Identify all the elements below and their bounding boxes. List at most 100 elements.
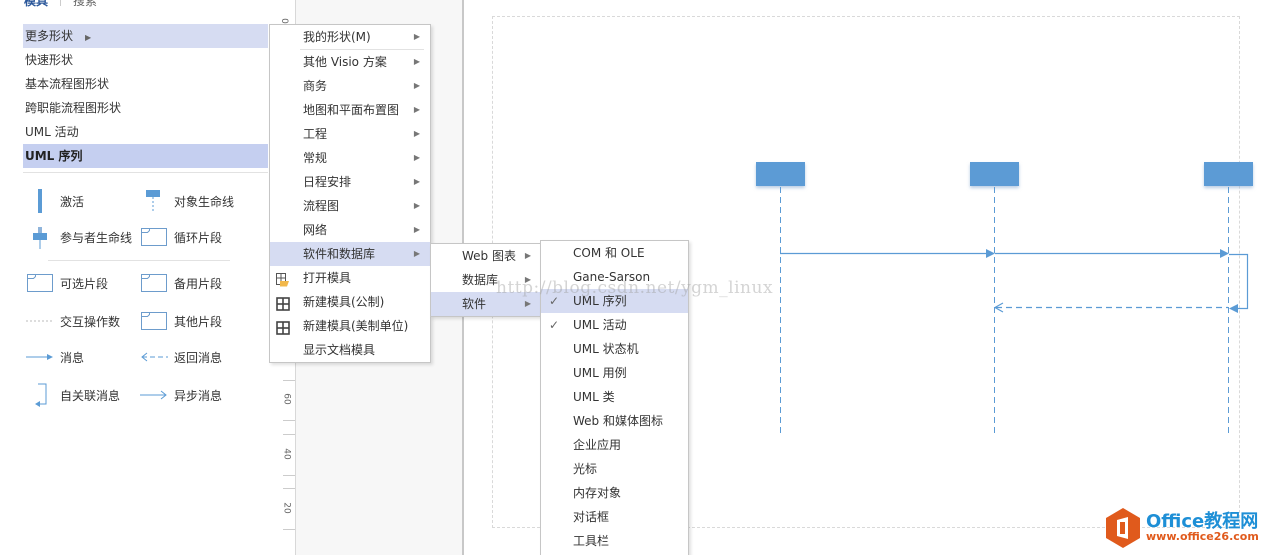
menu-item-label: 企业应用: [573, 438, 622, 452]
ruler-label: 20: [281, 502, 292, 514]
return-message-icon: [140, 344, 170, 370]
menu-item-flowchart[interactable]: 流程图 ▶: [270, 194, 430, 218]
submenu-arrow-icon: ▶: [413, 177, 420, 186]
menu-item-my-shapes[interactable]: 我的形状(M) ▶: [270, 25, 430, 49]
menu-item-label: Web 和媒体图标: [573, 414, 663, 428]
menu-item-schedule[interactable]: 日程安排 ▶: [270, 170, 430, 194]
shape-optional-fragment[interactable]: 可选片段: [26, 270, 108, 296]
new-stencil-icon: [276, 319, 290, 335]
stencil-uml-sequence[interactable]: UML 序列: [23, 144, 268, 168]
menu-item-maps[interactable]: 地图和平面布置图 ▶: [270, 98, 430, 122]
lifeline-head: [1204, 162, 1253, 186]
menu-item-label: 打开模具: [303, 271, 352, 285]
stencil-uml-activity[interactable]: UML 活动: [23, 120, 268, 144]
submenu-arrow-icon: ▶: [413, 153, 420, 162]
menu-item-new-stencil-metric[interactable]: 新建模具(公制): [270, 290, 430, 314]
menu-item-other-visio[interactable]: 其他 Visio 方案 ▶: [270, 50, 430, 74]
menu-item-web-media-icons[interactable]: Web 和媒体图标: [541, 409, 688, 433]
menu-item-software-database[interactable]: 软件和数据库 ▶: [270, 242, 430, 266]
tab-search[interactable]: 搜索: [73, 0, 97, 8]
menu-item-label: 显示文档模具: [303, 343, 376, 357]
new-stencil-icon: [276, 295, 290, 311]
menu-item-database[interactable]: 数据库 ▶: [431, 268, 541, 292]
stencil-cross-functional[interactable]: 跨职能流程图形状: [23, 96, 268, 120]
menu-item-show-document-stencil[interactable]: 显示文档模具: [270, 338, 430, 362]
shape-other-fragment[interactable]: 其他片段: [140, 308, 222, 334]
menu-item-memory-objects[interactable]: 内存对象: [541, 481, 688, 505]
shape-label: 可选片段: [60, 276, 109, 291]
menu-item-engineering[interactable]: 工程 ▶: [270, 122, 430, 146]
menu-item-label: UML 序列: [573, 294, 627, 308]
ruler-tick: [283, 420, 295, 421]
shape-object-lifeline[interactable]: 对象生命线: [140, 188, 234, 214]
ruler-tick: [283, 475, 295, 476]
menu-item-open-stencil[interactable]: 打开模具: [270, 266, 430, 290]
menu-item-cursors[interactable]: 光标: [541, 457, 688, 481]
shape-self-message[interactable]: 自关联消息: [26, 382, 120, 408]
menu-item-label: Web 图表: [462, 249, 516, 263]
pane-tabs: 模具 搜索: [24, 0, 97, 8]
async-message-icon: [140, 382, 170, 408]
menu-item-label: 工程: [303, 127, 328, 141]
other-fragment-icon: [140, 308, 170, 334]
logo-url: www.office26.com: [1146, 530, 1259, 543]
menu-item-com-ole[interactable]: COM 和 OLE: [541, 241, 688, 265]
shape-message[interactable]: 消息: [26, 344, 84, 370]
tab-stencils[interactable]: 模具: [24, 0, 48, 8]
check-icon: ✓: [549, 318, 560, 332]
menu-item-label: 商务: [303, 79, 328, 93]
submenu-arrow-icon: ▶: [85, 33, 92, 42]
shape-label: 参与者生命线: [60, 230, 133, 245]
menu-item-uml-use-case[interactable]: UML 用例: [541, 361, 688, 385]
menu-item-dialogs[interactable]: 对话框: [541, 505, 688, 529]
shape-async-message[interactable]: 异步消息: [140, 382, 222, 408]
stencil-quick-shapes[interactable]: 快速形状: [23, 48, 268, 72]
optional-fragment-icon: [26, 270, 56, 296]
self-message-icon: [26, 382, 56, 408]
submenu-arrow-icon: ▶: [413, 105, 420, 114]
ruler-tick: [283, 380, 295, 381]
stencil-basic-flowchart[interactable]: 基本流程图形状: [23, 72, 268, 96]
software-database-submenu: Web 图表 ▶ 数据库 ▶ 软件 ▶: [430, 243, 542, 317]
menu-item-business[interactable]: 商务 ▶: [270, 74, 430, 98]
stencil-list: 更多形状 ▶ 快速形状 基本流程图形状 跨职能流程图形状 UML 活动 UML 序…: [23, 24, 268, 168]
menu-item-uml-sequence[interactable]: ✓ UML 序列: [541, 289, 688, 313]
shape-label: 异步消息: [174, 388, 223, 403]
activation-icon: [26, 188, 56, 214]
office-logo-icon: [1106, 508, 1140, 548]
menu-item-label: 地图和平面布置图: [303, 103, 400, 117]
shape-activation[interactable]: 激活: [26, 188, 84, 214]
menu-item-toolbars[interactable]: 工具栏: [541, 529, 688, 553]
more-shapes-menu: 我的形状(M) ▶ 其他 Visio 方案 ▶ 商务 ▶ 地图和平面布置图 ▶ 工程 ▶ …: [269, 24, 431, 363]
menu-item-gane-sarson[interactable]: Gane-Sarson: [541, 265, 688, 289]
alt-fragment-icon: [140, 270, 170, 296]
menu-item-uml-state-machine[interactable]: UML 状态机: [541, 337, 688, 361]
menu-item-general[interactable]: 常规 ▶: [270, 146, 430, 170]
menu-item-enterprise-app[interactable]: 企业应用: [541, 433, 688, 457]
shape-label: 对象生命线: [174, 194, 235, 209]
menu-item-software[interactable]: 软件 ▶: [431, 292, 541, 316]
interaction-operand-icon: [26, 308, 56, 334]
shape-actor-lifeline[interactable]: 参与者生命线: [26, 224, 132, 250]
stencil-more-shapes[interactable]: 更多形状 ▶: [23, 24, 268, 48]
menu-item-new-stencil-us[interactable]: 新建模具(美制单位): [270, 314, 430, 338]
submenu-arrow-icon: ▶: [524, 251, 531, 260]
shape-label: 消息: [60, 350, 85, 365]
menu-item-web-diagram[interactable]: Web 图表 ▶: [431, 244, 541, 268]
menu-item-label: 软件: [462, 297, 487, 311]
submenu-arrow-icon: ▶: [413, 201, 420, 210]
ruler-label: 0: [278, 18, 289, 24]
menu-item-uml-activity[interactable]: ✓ UML 活动: [541, 313, 688, 337]
message-arrowhead: [986, 249, 995, 258]
stencil-label: 更多形状: [25, 29, 74, 43]
ruler-tick: [283, 529, 295, 530]
shape-loop-fragment[interactable]: 循环片段: [140, 224, 222, 250]
shape-label: 循环片段: [174, 230, 223, 245]
menu-item-uml-class[interactable]: UML 类: [541, 385, 688, 409]
shape-alt-fragment[interactable]: 备用片段: [140, 270, 222, 296]
menu-item-label: 日程安排: [303, 175, 352, 189]
menu-item-network[interactable]: 网络 ▶: [270, 218, 430, 242]
submenu-arrow-icon: ▶: [413, 249, 420, 258]
shape-interaction-operand[interactable]: 交互操作数: [26, 308, 120, 334]
shape-return-message[interactable]: 返回消息: [140, 344, 222, 370]
